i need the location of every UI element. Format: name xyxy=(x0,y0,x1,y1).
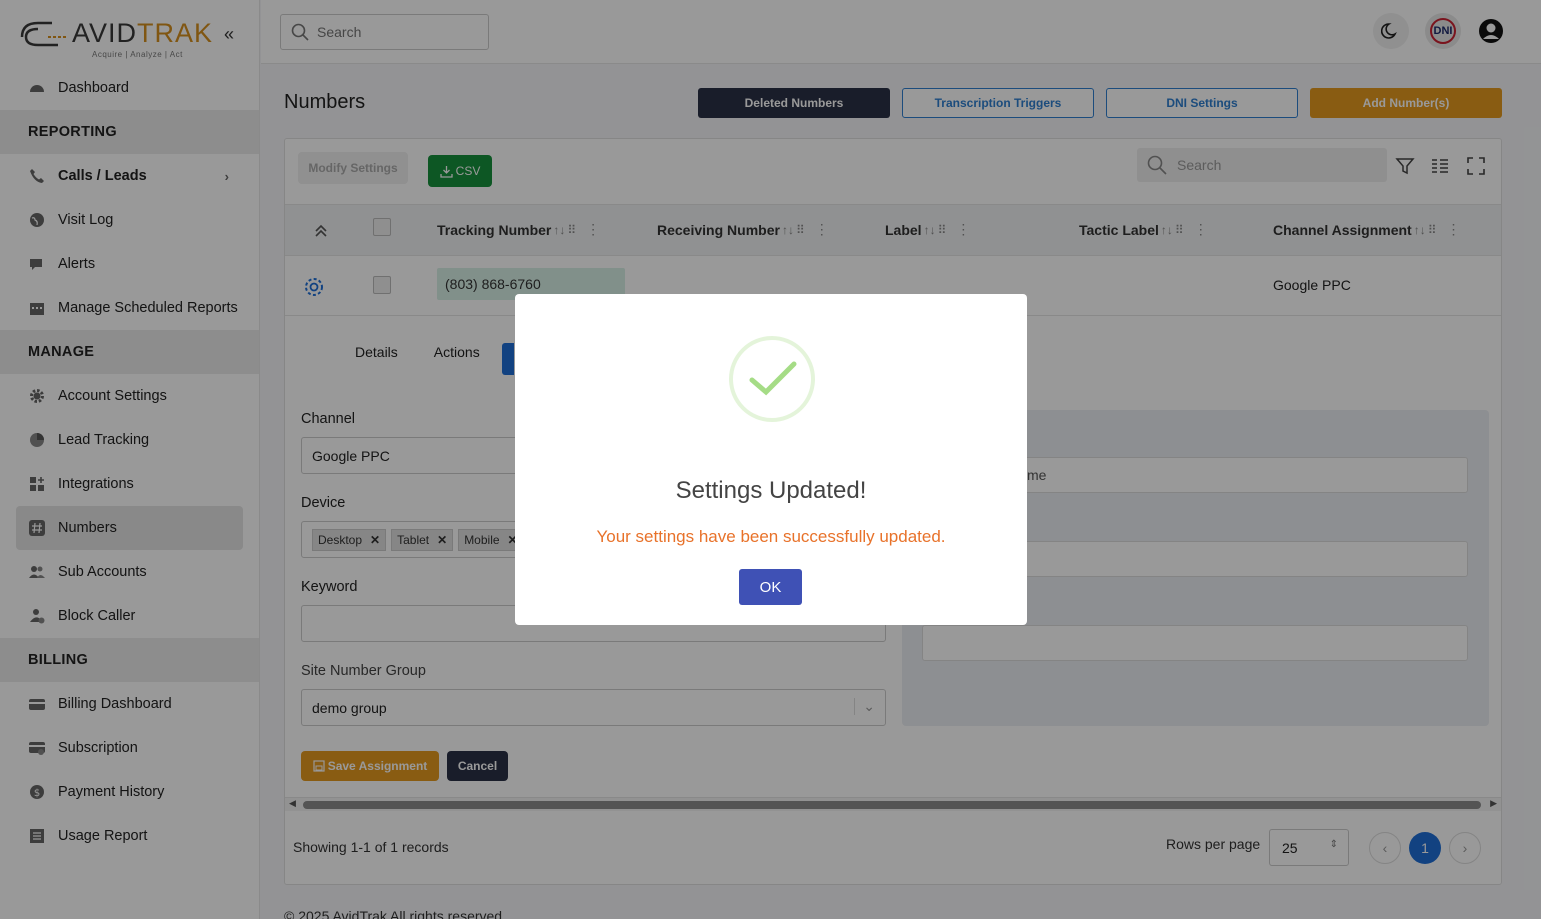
dialog-title: Settings Updated! xyxy=(675,477,867,504)
dialog-message: Your settings have been successfully upd… xyxy=(596,527,946,546)
ok-button[interactable]: OK xyxy=(739,569,802,605)
success-check-icon xyxy=(729,336,815,422)
success-dialog: Settings Updated! Your settings have bee… xyxy=(515,294,1027,625)
